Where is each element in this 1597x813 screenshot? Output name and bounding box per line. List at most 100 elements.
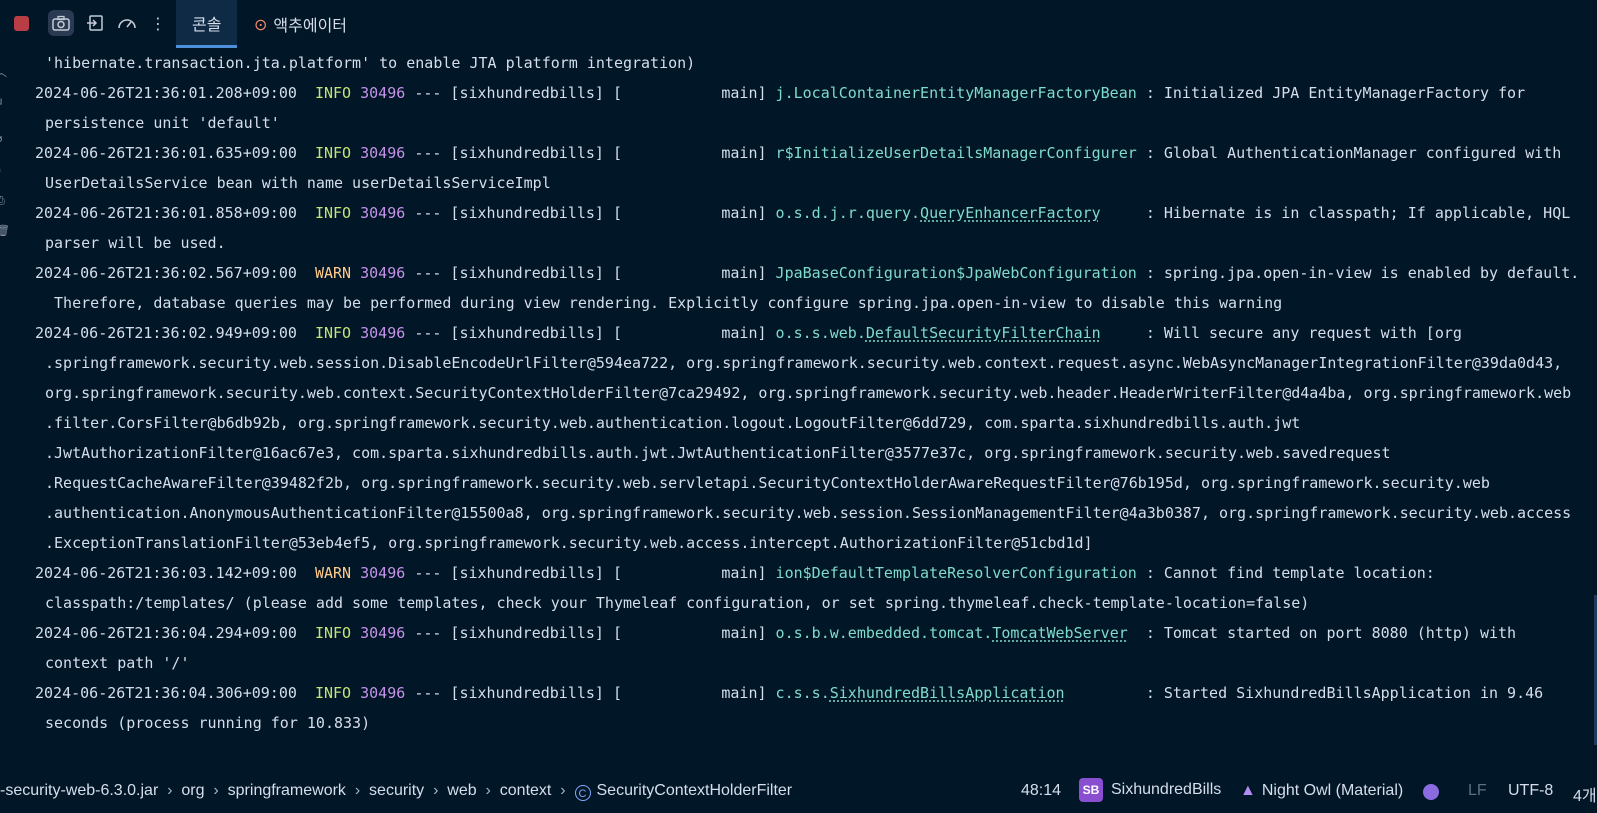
gutter-soft-wrap-icon[interactable]: ↺ — [0, 132, 3, 145]
log-message: : Hibernate is in classpath; If applicab… — [1145, 204, 1571, 222]
log-logger[interactable]: o.s.s.web.DefaultSecurityFilterChain — [776, 324, 1101, 342]
gutter-wrap-icon[interactable]: ↲ — [0, 96, 3, 109]
log-thread: --- [sixhundredbills] [ main] — [414, 144, 767, 162]
log-pid: 30496 — [360, 324, 406, 342]
log-thread: --- [sixhundredbills] [ main] — [414, 564, 767, 582]
breadcrumb-item[interactable]: security — [369, 782, 424, 799]
chevron-right-icon: › — [555, 782, 575, 799]
logger-class: SixhundredBillsApplication — [829, 684, 1065, 702]
log-padding — [1065, 684, 1146, 702]
log-level: INFO — [314, 144, 352, 162]
log-pid: 30496 — [360, 684, 406, 702]
log-continuation: context path '/' — [45, 654, 190, 672]
theme-icon: ▲ — [1240, 782, 1256, 799]
log-pid: 30496 — [360, 84, 406, 102]
log-thread: --- [sixhundredbills] [ main] — [414, 204, 767, 222]
log-timestamp: 2024-06-26T21:36:01.858+09:00 — [35, 204, 297, 222]
log-line: 2024-06-26T21:36:04.294+09:00 INFO 30496… — [35, 618, 1597, 648]
log-continuation: .JwtAuthorizationFilter@16ac67e3, com.sp… — [45, 444, 1391, 462]
chevron-right-icon: › — [208, 782, 228, 799]
camera-icon[interactable] — [48, 10, 74, 36]
tab-console[interactable]: 콘솔 — [176, 0, 238, 48]
log-timestamp: 2024-06-26T21:36:01.635+09:00 — [35, 144, 297, 162]
log-logger[interactable]: JpaBaseConfiguration$JpaWebConfiguration — [776, 264, 1137, 282]
log-pid: 30496 — [360, 144, 406, 162]
log-thread: --- [sixhundredbills] [ main] — [414, 324, 767, 342]
log-timestamp: 2024-06-26T21:36:01.208+09:00 — [35, 84, 297, 102]
logger-class: j.LocalContainerEntityManagerFactoryBean — [775, 84, 1137, 102]
breadcrumb-current-class[interactable]: SecurityContextHolderFilter — [597, 782, 793, 799]
more-icon[interactable]: ⋮ — [145, 10, 171, 36]
log-padding — [1101, 204, 1146, 222]
project-name: SixhundredBills — [1111, 781, 1222, 798]
log-timestamp: 2024-06-26T21:36:02.567+09:00 — [35, 264, 297, 282]
log-message: : Will secure any request with [org — [1145, 324, 1462, 342]
logger-class: QueryEnhancerFactory — [920, 204, 1101, 222]
log-level: INFO — [314, 624, 352, 642]
log-thread: --- [sixhundredbills] [ main] — [414, 264, 767, 282]
log-thread: --- [sixhundredbills] [ main] — [414, 684, 767, 702]
log-continuation: .filter.CorsFilter@b6db92b, org.springfr… — [45, 414, 1301, 432]
project-widget[interactable]: SB SixhundredBills — [1079, 778, 1221, 802]
logger-package: c.s.s. — [775, 684, 830, 702]
dashboard-icon[interactable] — [114, 10, 140, 36]
log-line: 2024-06-26T21:36:01.858+09:00 INFO 30496… — [35, 198, 1597, 228]
indent-setting[interactable]: 4개 — [1573, 782, 1597, 806]
theme-widget[interactable]: ▲ Night Owl (Material) — [1240, 782, 1403, 800]
breadcrumb: -security-web-6.3.0.jar › org › springfr… — [0, 782, 792, 801]
breadcrumb-item[interactable]: context — [500, 782, 552, 799]
log-timestamp: 2024-06-26T21:36:02.949+09:00 — [35, 324, 297, 342]
breadcrumb-item[interactable]: org — [181, 782, 204, 799]
log-message: : Cannot find template location: — [1145, 564, 1435, 582]
logger-class: DefaultSecurityFilterChain — [865, 324, 1101, 342]
breadcrumb-item[interactable]: -security-web-6.3.0.jar — [0, 782, 158, 799]
log-logger[interactable]: j.LocalContainerEntityManagerFactoryBean — [776, 84, 1137, 102]
log-line: 2024-06-26T21:36:03.142+09:00 WARN 30496… — [35, 558, 1597, 588]
file-encoding[interactable]: UTF-8 — [1508, 782, 1553, 800]
cursor-position[interactable]: 48:14 — [1021, 782, 1061, 800]
log-timestamp: 2024-06-26T21:36:03.142+09:00 — [35, 564, 297, 582]
log-continuation: persistence unit 'default' — [45, 114, 280, 132]
line-separator[interactable]: LF — [1468, 782, 1487, 800]
log-padding — [1137, 84, 1146, 102]
tab-actuator-label: 액추에이터 — [273, 16, 348, 35]
log-level: INFO — [314, 324, 352, 342]
gutter-print-icon[interactable]: ⎙ — [0, 194, 5, 208]
console-output[interactable]: 'hibernate.transaction.jta.platform' to … — [35, 48, 1597, 738]
tab-console-label: 콘솔 — [192, 14, 222, 34]
log-logger[interactable]: ion$DefaultTemplateResolverConfiguration — [776, 564, 1137, 582]
gutter-up-icon[interactable]: ︿ — [0, 64, 7, 80]
tab-actuator[interactable]: ⊙ 액추에이터 — [254, 0, 347, 48]
log-message: : Tomcat started on port 8080 (http) wit… — [1145, 624, 1517, 642]
logger-class: ion$DefaultTemplateResolverConfiguration — [775, 564, 1137, 582]
log-logger[interactable]: c.s.s.SixhundredBillsApplication — [776, 684, 1065, 702]
log-continuation: classpath:/templates/ (please add some t… — [45, 594, 1310, 612]
log-logger[interactable]: o.s.d.j.r.query.QueryEnhancerFactory — [776, 204, 1101, 222]
logger-package: o.s.s.web. — [775, 324, 866, 342]
logger-class: r$InitializeUserDetailsManagerConfigurer — [775, 144, 1137, 162]
log-message: : Initialized JPA EntityManagerFactory f… — [1145, 84, 1526, 102]
log-logger[interactable]: r$InitializeUserDetailsManagerConfigurer — [776, 144, 1137, 162]
log-pid: 30496 — [360, 624, 406, 642]
notification-dot-icon[interactable] — [1423, 784, 1439, 805]
stop-icon[interactable] — [8, 10, 34, 36]
log-thread: --- [sixhundredbills] [ main] — [414, 624, 767, 642]
log-continuation: .ExceptionTranslationFilter@53eb4ef5, or… — [45, 534, 1093, 552]
gutter-scroll-end-icon[interactable]: ⤓ — [0, 162, 1, 176]
gutter-trash-icon[interactable]: 🗑 — [0, 224, 10, 237]
log-continuation: org.springframework.security.web.context… — [45, 384, 1572, 402]
log-line: 2024-06-26T21:36:02.949+09:00 INFO 30496… — [35, 318, 1597, 348]
breadcrumb-item[interactable]: springframework — [228, 782, 346, 799]
breadcrumb-item[interactable]: web — [447, 782, 476, 799]
log-pid: 30496 — [360, 204, 406, 222]
exit-icon[interactable] — [82, 10, 108, 36]
logger-class: JpaBaseConfiguration$JpaWebConfiguration — [775, 264, 1137, 282]
log-continuation: UserDetailsService bean with name userDe… — [45, 174, 551, 192]
log-timestamp: 2024-06-26T21:36:04.306+09:00 — [35, 684, 297, 702]
log-level: INFO — [314, 684, 352, 702]
log-logger[interactable]: o.s.b.w.embedded.tomcat.TomcatWebServer — [776, 624, 1128, 642]
log-timestamp: 2024-06-26T21:36:04.294+09:00 — [35, 624, 297, 642]
log-continuation: Therefore, database queries may be perfo… — [45, 294, 1283, 312]
log-continuation: .springframework.security.web.session.Di… — [45, 354, 1563, 372]
log-message: : spring.jpa.open-in-view is enabled by … — [1145, 264, 1580, 282]
